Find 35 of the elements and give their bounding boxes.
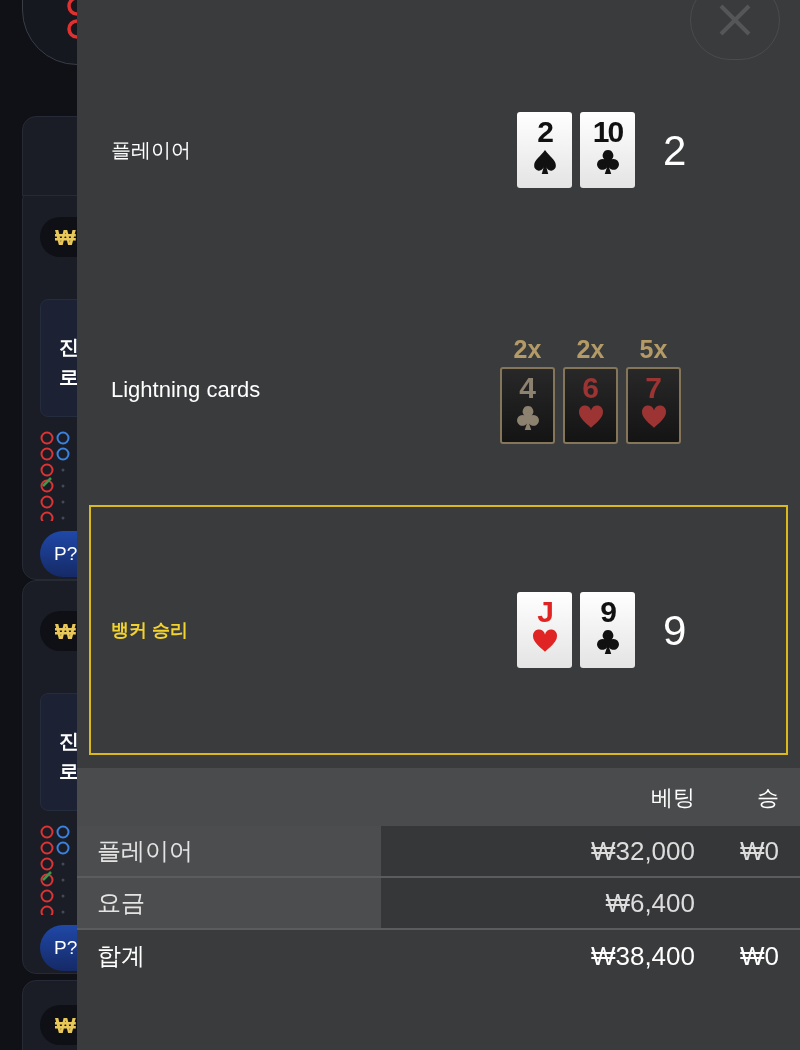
price-symbol: ₩ — [55, 1011, 76, 1040]
column-header: 승 — [756, 783, 779, 812]
bet-amount: ₩6,400 — [604, 886, 695, 920]
multiplier-label: 2x — [576, 334, 605, 363]
hand-label: 뱅커 승리 — [111, 618, 189, 642]
row-label: 플레이어 — [77, 826, 381, 876]
bet-amount: ₩32,000 — [589, 834, 695, 868]
close-icon — [718, 3, 752, 37]
lightning-label: Lightning cards — [111, 375, 262, 404]
notice-text: 진 — [59, 335, 77, 360]
card-rank: 9 — [600, 595, 615, 629]
card-rank: 2 — [537, 115, 552, 149]
card-rank: J — [537, 595, 552, 629]
card-rank: 10 — [592, 115, 623, 149]
win-amount: ₩0 — [739, 834, 779, 868]
hand-label: 플레이어 — [111, 138, 192, 163]
hand-score: 2 — [663, 125, 688, 176]
price-symbol: ₩ — [55, 223, 76, 252]
predict-label: P? — [54, 541, 77, 566]
predict-label: P? — [54, 935, 77, 960]
row-label: 합계 — [96, 941, 146, 971]
multiplier-label: 5x — [639, 334, 668, 363]
card-rank: 6 — [582, 370, 599, 405]
column-header: 베팅 — [650, 783, 695, 812]
notice-text: 로 — [59, 365, 77, 390]
hand-score: 9 — [663, 605, 688, 656]
row-label: 요금 — [77, 878, 381, 928]
notice-text: 로 — [59, 759, 77, 784]
card-rank: 7 — [645, 370, 662, 405]
price-symbol: ₩ — [55, 617, 76, 646]
win-amount: ₩0 — [739, 939, 779, 973]
notice-text: 진 — [59, 729, 77, 754]
card-rank: 4 — [519, 370, 536, 405]
bet-amount: ₩38,400 — [589, 939, 695, 973]
multiplier-label: 2x — [513, 334, 542, 363]
